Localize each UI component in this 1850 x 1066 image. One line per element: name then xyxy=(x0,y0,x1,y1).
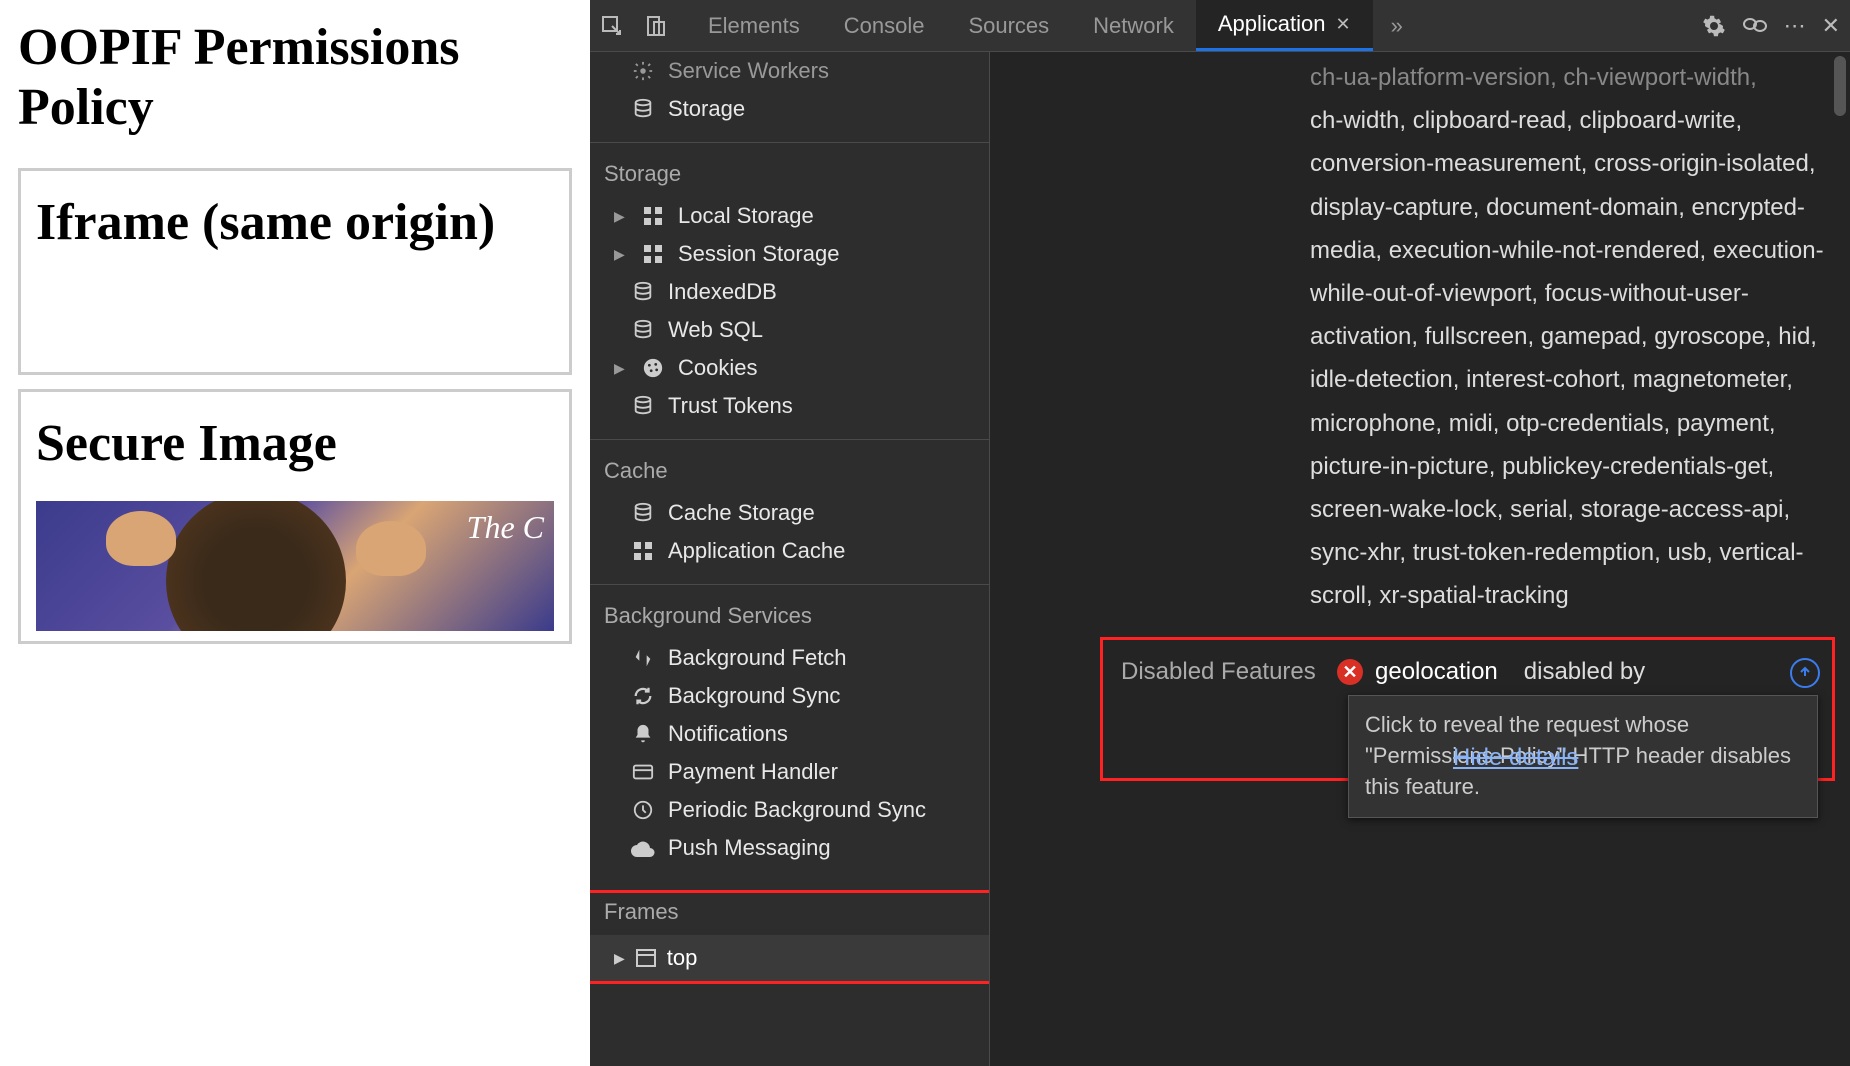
section-title-bg: Background Services xyxy=(590,597,989,639)
more-icon[interactable]: ⋯ xyxy=(1784,13,1806,39)
sync-icon xyxy=(630,685,656,707)
updown-icon xyxy=(630,647,656,669)
settings-icon[interactable] xyxy=(1702,14,1726,38)
error-icon: ✕ xyxy=(1337,659,1363,685)
grid-icon xyxy=(630,541,656,561)
card-icon xyxy=(630,761,656,783)
section-title-frames: Frames xyxy=(590,893,989,935)
sidebar-item-storage[interactable]: Storage xyxy=(590,90,989,128)
sidebar-item-label: IndexedDB xyxy=(668,279,777,305)
disabled-feature-name: geolocation xyxy=(1375,658,1498,686)
db-icon xyxy=(630,502,656,524)
device-toggle-icon[interactable] xyxy=(634,0,678,51)
sidebar-item-label: Storage xyxy=(668,96,745,122)
section-title-storage: Storage xyxy=(590,155,989,197)
cookie-icon xyxy=(640,357,666,379)
tab-console[interactable]: Console xyxy=(822,0,947,51)
hide-details-link[interactable]: Hide details xyxy=(1453,744,1578,772)
sidebar-item-label: Push Messaging xyxy=(668,835,831,861)
disabled-features-row: Disabled Features ✕ geolocation disabled… xyxy=(1100,637,1835,781)
gear-icon xyxy=(630,60,656,82)
page-title: OOPIF Permissions Policy xyxy=(18,18,572,138)
secure-image-box: Secure Image xyxy=(18,389,572,644)
frame-icon xyxy=(635,948,657,968)
chevron-right-icon: ▶ xyxy=(614,950,625,967)
sidebar-item-label: Cache Storage xyxy=(668,500,815,526)
close-devtools-icon[interactable]: ✕ xyxy=(1822,13,1840,39)
sidebar-frames-section: Frames ▶ top xyxy=(590,890,990,984)
sidebar-item-label: Background Sync xyxy=(668,683,840,709)
reveal-tooltip: Click to reveal the request whose "Permi… xyxy=(1348,695,1818,817)
sidebar-item-periodic-sync[interactable]: Periodic Background Sync xyxy=(590,791,989,829)
secure-title: Secure Image xyxy=(36,414,554,473)
tab-network[interactable]: Network xyxy=(1071,0,1196,51)
grid-icon xyxy=(640,244,666,264)
sidebar-item-notifications[interactable]: Notifications xyxy=(590,715,989,753)
sidebar-item-indexeddb[interactable]: IndexedDB xyxy=(590,273,989,311)
grid-icon xyxy=(640,206,666,226)
sidebar-item-label: Trust Tokens xyxy=(668,393,793,419)
sidebar-item-label: Web SQL xyxy=(668,317,763,343)
tab-sources[interactable]: Sources xyxy=(946,0,1071,51)
feedback-icon[interactable] xyxy=(1742,14,1768,38)
tab-elements[interactable]: Elements xyxy=(686,0,822,51)
sidebar-item-label: Service Workers xyxy=(668,58,829,84)
sidebar-item-push-messaging[interactable]: Push Messaging xyxy=(590,829,989,867)
db-icon xyxy=(630,98,656,120)
bell-icon xyxy=(630,723,656,745)
application-sidebar[interactable]: Service Workers Storage Storage ▶ Local … xyxy=(590,52,990,1066)
frame-item-top[interactable]: ▶ top xyxy=(590,935,989,981)
tab-application[interactable]: Application ✕ xyxy=(1196,0,1373,51)
application-detail-panel: ch-ua-platform-version, ch-viewport-widt… xyxy=(990,52,1850,1066)
tab-close-icon[interactable]: ✕ xyxy=(1335,14,1350,35)
sidebar-item-label: Local Storage xyxy=(678,203,814,229)
sidebar-item-label: Notifications xyxy=(668,721,788,747)
sidebar-item-service-workers[interactable]: Service Workers xyxy=(590,52,989,90)
tab-more[interactable]: » xyxy=(1373,0,1421,51)
db-icon xyxy=(630,319,656,341)
sidebar-item-label: Cookies xyxy=(678,355,757,381)
sidebar-item-label: Session Storage xyxy=(678,241,839,267)
secure-image-placeholder xyxy=(36,501,554,631)
sidebar-item-bg-sync[interactable]: Background Sync xyxy=(590,677,989,715)
sidebar-item-payment-handler[interactable]: Payment Handler xyxy=(590,753,989,791)
section-title-cache: Cache xyxy=(590,452,989,494)
sidebar-item-label: Periodic Background Sync xyxy=(668,797,926,823)
frame-item-label: top xyxy=(667,945,698,971)
sidebar-item-trust-tokens[interactable]: Trust Tokens xyxy=(590,387,989,425)
sidebar-item-cache-storage[interactable]: Cache Storage xyxy=(590,494,989,532)
sidebar-item-websql[interactable]: Web SQL xyxy=(590,311,989,349)
iframe-box: Iframe (same origin) xyxy=(18,168,572,375)
sidebar-item-label: Application Cache xyxy=(668,538,845,564)
sidebar-item-label: Payment Handler xyxy=(668,759,838,785)
inspect-icon[interactable] xyxy=(590,0,634,51)
devtools-tabbar: Elements Console Sources Network Applica… xyxy=(590,0,1850,52)
chevron-right-icon: ▶ xyxy=(614,360,628,377)
sidebar-item-application-cache[interactable]: Application Cache xyxy=(590,532,989,570)
disabled-by-text: disabled by xyxy=(1524,658,1645,686)
webpage-panel: OOPIF Permissions Policy Iframe (same or… xyxy=(0,0,590,1066)
sidebar-app-group: Service Workers Storage xyxy=(590,52,989,143)
cloud-icon xyxy=(630,839,656,857)
clock-icon xyxy=(630,799,656,821)
chevron-right-icon: ▶ xyxy=(614,246,628,263)
devtools-tabs: Elements Console Sources Network Applica… xyxy=(686,0,1421,51)
sidebar-bg-section: Background Services Background Fetch Bac… xyxy=(590,585,989,881)
chevron-right-icon: ▶ xyxy=(614,208,628,225)
sidebar-item-local-storage[interactable]: ▶ Local Storage xyxy=(590,197,989,235)
sidebar-item-bg-fetch[interactable]: Background Fetch xyxy=(590,639,989,677)
devtools-panel: Elements Console Sources Network Applica… xyxy=(590,0,1850,1066)
sidebar-storage-section: Storage ▶ Local Storage ▶ Session Storag… xyxy=(590,143,989,440)
sidebar-item-session-storage[interactable]: ▶ Session Storage xyxy=(590,235,989,273)
allowed-features-text: ch-ua-platform-version, ch-viewport-widt… xyxy=(990,52,1832,637)
sidebar-cache-section: Cache Cache Storage Application Cache xyxy=(590,440,989,585)
reveal-request-button[interactable] xyxy=(1790,658,1820,688)
db-icon xyxy=(630,395,656,417)
sidebar-item-label: Background Fetch xyxy=(668,645,847,671)
iframe-title: Iframe (same origin) xyxy=(36,193,554,252)
scrollbar[interactable] xyxy=(1834,56,1846,116)
disabled-features-label: Disabled Features xyxy=(1121,658,1321,686)
sidebar-item-cookies[interactable]: ▶ Cookies xyxy=(590,349,989,387)
db-icon xyxy=(630,281,656,303)
